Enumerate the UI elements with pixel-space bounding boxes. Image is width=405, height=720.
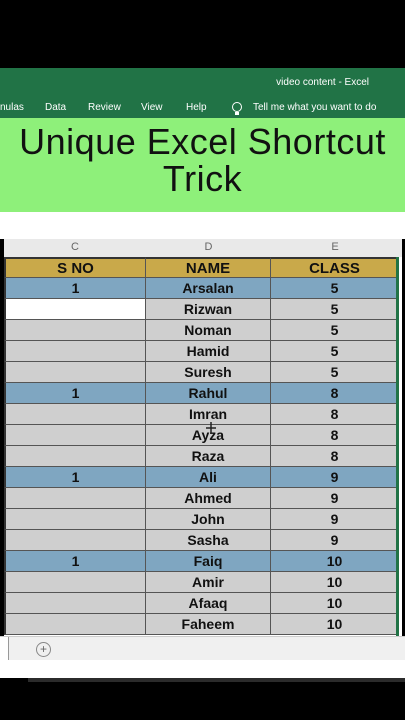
cell-name[interactable]: Sasha bbox=[146, 530, 271, 551]
cell-class[interactable]: 10 bbox=[271, 593, 399, 614]
cell-class[interactable]: 9 bbox=[271, 488, 399, 509]
cell-sno[interactable] bbox=[4, 509, 146, 530]
sheet-tabs-bar: + bbox=[0, 636, 405, 661]
cell-class[interactable]: 5 bbox=[271, 320, 399, 341]
banner-line-2: Trick bbox=[162, 158, 243, 199]
cell-name[interactable]: Hamid bbox=[146, 341, 271, 362]
column-header-e[interactable]: E bbox=[271, 241, 399, 253]
column-header-c[interactable]: C bbox=[4, 241, 146, 253]
cell-sno[interactable] bbox=[4, 593, 146, 614]
window-title: video content - Excel bbox=[276, 77, 369, 88]
cell-name[interactable]: Ahmed bbox=[146, 488, 271, 509]
table-row: Sasha 9 bbox=[4, 530, 402, 551]
table-row: Ahmed 9 bbox=[4, 488, 402, 509]
cell-name[interactable]: Afaaq bbox=[146, 593, 271, 614]
selection-border bbox=[396, 257, 399, 636]
table-row: 1 Faiq 10 bbox=[4, 551, 402, 572]
title-banner: Unique Excel Shortcut Trick bbox=[0, 118, 405, 212]
cell-class[interactable]: 9 bbox=[271, 530, 399, 551]
table-row: Hamid 5 bbox=[4, 341, 402, 362]
cell-sno[interactable] bbox=[4, 530, 146, 551]
cell-class[interactable]: 10 bbox=[271, 614, 399, 635]
tab-review[interactable]: Review bbox=[88, 102, 121, 113]
cell-class[interactable]: 8 bbox=[271, 446, 399, 467]
cell-name[interactable]: Ali bbox=[146, 467, 271, 488]
status-bar bbox=[0, 660, 405, 678]
cell-sno[interactable]: 1 bbox=[4, 278, 146, 299]
table-row: Imran 8 bbox=[4, 404, 402, 425]
cell-sno[interactable] bbox=[4, 446, 146, 467]
cell-name[interactable]: Amir bbox=[146, 572, 271, 593]
cell-sno[interactable] bbox=[4, 404, 146, 425]
cell-class[interactable]: 10 bbox=[271, 572, 399, 593]
cell-class[interactable]: 5 bbox=[271, 362, 399, 383]
cell-class[interactable]: 5 bbox=[271, 299, 399, 320]
lightbulb-icon bbox=[232, 102, 242, 115]
table-row: John 9 bbox=[4, 509, 402, 530]
header-class[interactable]: CLASS bbox=[271, 257, 399, 278]
table-header-row: S NO NAME CLASS bbox=[4, 257, 402, 278]
table-row: Faheem 10 bbox=[4, 614, 402, 635]
cell-name[interactable]: Suresh bbox=[146, 362, 271, 383]
cell-class[interactable]: 8 bbox=[271, 425, 399, 446]
cell-class[interactable]: 8 bbox=[271, 404, 399, 425]
cell-sno[interactable]: 1 bbox=[4, 551, 146, 572]
cell-class[interactable]: 9 bbox=[271, 467, 399, 488]
spacer bbox=[0, 212, 405, 239]
tell-me-search[interactable]: Tell me what you want to do bbox=[253, 102, 376, 113]
table-row: Ayza 8 bbox=[4, 425, 402, 446]
cell-sno[interactable] bbox=[4, 341, 146, 362]
progress-strip bbox=[28, 678, 405, 682]
banner-line-1: Unique Excel Shortcut bbox=[19, 121, 386, 162]
cell-sno[interactable] bbox=[4, 572, 146, 593]
cell-class[interactable]: 5 bbox=[271, 341, 399, 362]
table-row: Rizwan 5 bbox=[4, 299, 402, 320]
column-header-d[interactable]: D bbox=[146, 241, 271, 253]
table-row: Raza 8 bbox=[4, 446, 402, 467]
video-letterbox bbox=[0, 678, 405, 720]
cell-name[interactable]: Noman bbox=[146, 320, 271, 341]
cell-name[interactable]: Faiq bbox=[146, 551, 271, 572]
cell-name[interactable]: Rizwan bbox=[146, 299, 271, 320]
cell-sno[interactable]: 1 bbox=[4, 383, 146, 404]
cell-sno[interactable] bbox=[4, 362, 146, 383]
column-headers: C D E bbox=[4, 239, 402, 258]
cell-name[interactable]: Rahul bbox=[146, 383, 271, 404]
cell-name[interactable]: Raza bbox=[146, 446, 271, 467]
tab-data[interactable]: Data bbox=[45, 102, 66, 113]
table-row: 1 Rahul 8 bbox=[4, 383, 402, 404]
cell-class[interactable]: 8 bbox=[271, 383, 399, 404]
mouse-cursor-icon bbox=[206, 422, 216, 434]
title-bar: video content - Excel bbox=[0, 68, 405, 98]
cell-sno[interactable] bbox=[4, 614, 146, 635]
plus-icon[interactable]: + bbox=[36, 642, 51, 657]
header-sno[interactable]: S NO bbox=[4, 257, 146, 278]
table-row: Amir 10 bbox=[4, 572, 402, 593]
cell-sno[interactable]: 1 bbox=[4, 467, 146, 488]
cell-name[interactable]: Arsalan bbox=[146, 278, 271, 299]
cell-class[interactable]: 10 bbox=[271, 551, 399, 572]
tab-formulas[interactable]: nulas bbox=[0, 102, 24, 113]
cell-name[interactable]: John bbox=[146, 509, 271, 530]
tab-help[interactable]: Help bbox=[186, 102, 207, 113]
table-row: Suresh 5 bbox=[4, 362, 402, 383]
cell-sno[interactable] bbox=[4, 488, 146, 509]
table-row: 1 Ali 9 bbox=[4, 467, 402, 488]
table-row: Noman 5 bbox=[4, 320, 402, 341]
ribbon-tabs: nulas Data Review View Help Tell me what… bbox=[0, 98, 405, 118]
table-row: 1 Arsalan 5 bbox=[4, 278, 402, 299]
cell-sno[interactable] bbox=[4, 425, 146, 446]
cell-sno[interactable] bbox=[4, 320, 146, 341]
tab-view[interactable]: View bbox=[141, 102, 163, 113]
cell-sno[interactable] bbox=[4, 299, 146, 320]
table-row: Afaaq 10 bbox=[4, 593, 402, 614]
cell-class[interactable]: 9 bbox=[271, 509, 399, 530]
cell-class[interactable]: 5 bbox=[271, 278, 399, 299]
cell-name[interactable]: Faheem bbox=[146, 614, 271, 635]
spreadsheet-grid[interactable]: S NO NAME CLASS 1 Arsalan 5 Rizwan 5 Noman 5 Ha… bbox=[4, 257, 402, 636]
sheet-tab[interactable] bbox=[0, 637, 9, 661]
header-name[interactable]: NAME bbox=[146, 257, 271, 278]
